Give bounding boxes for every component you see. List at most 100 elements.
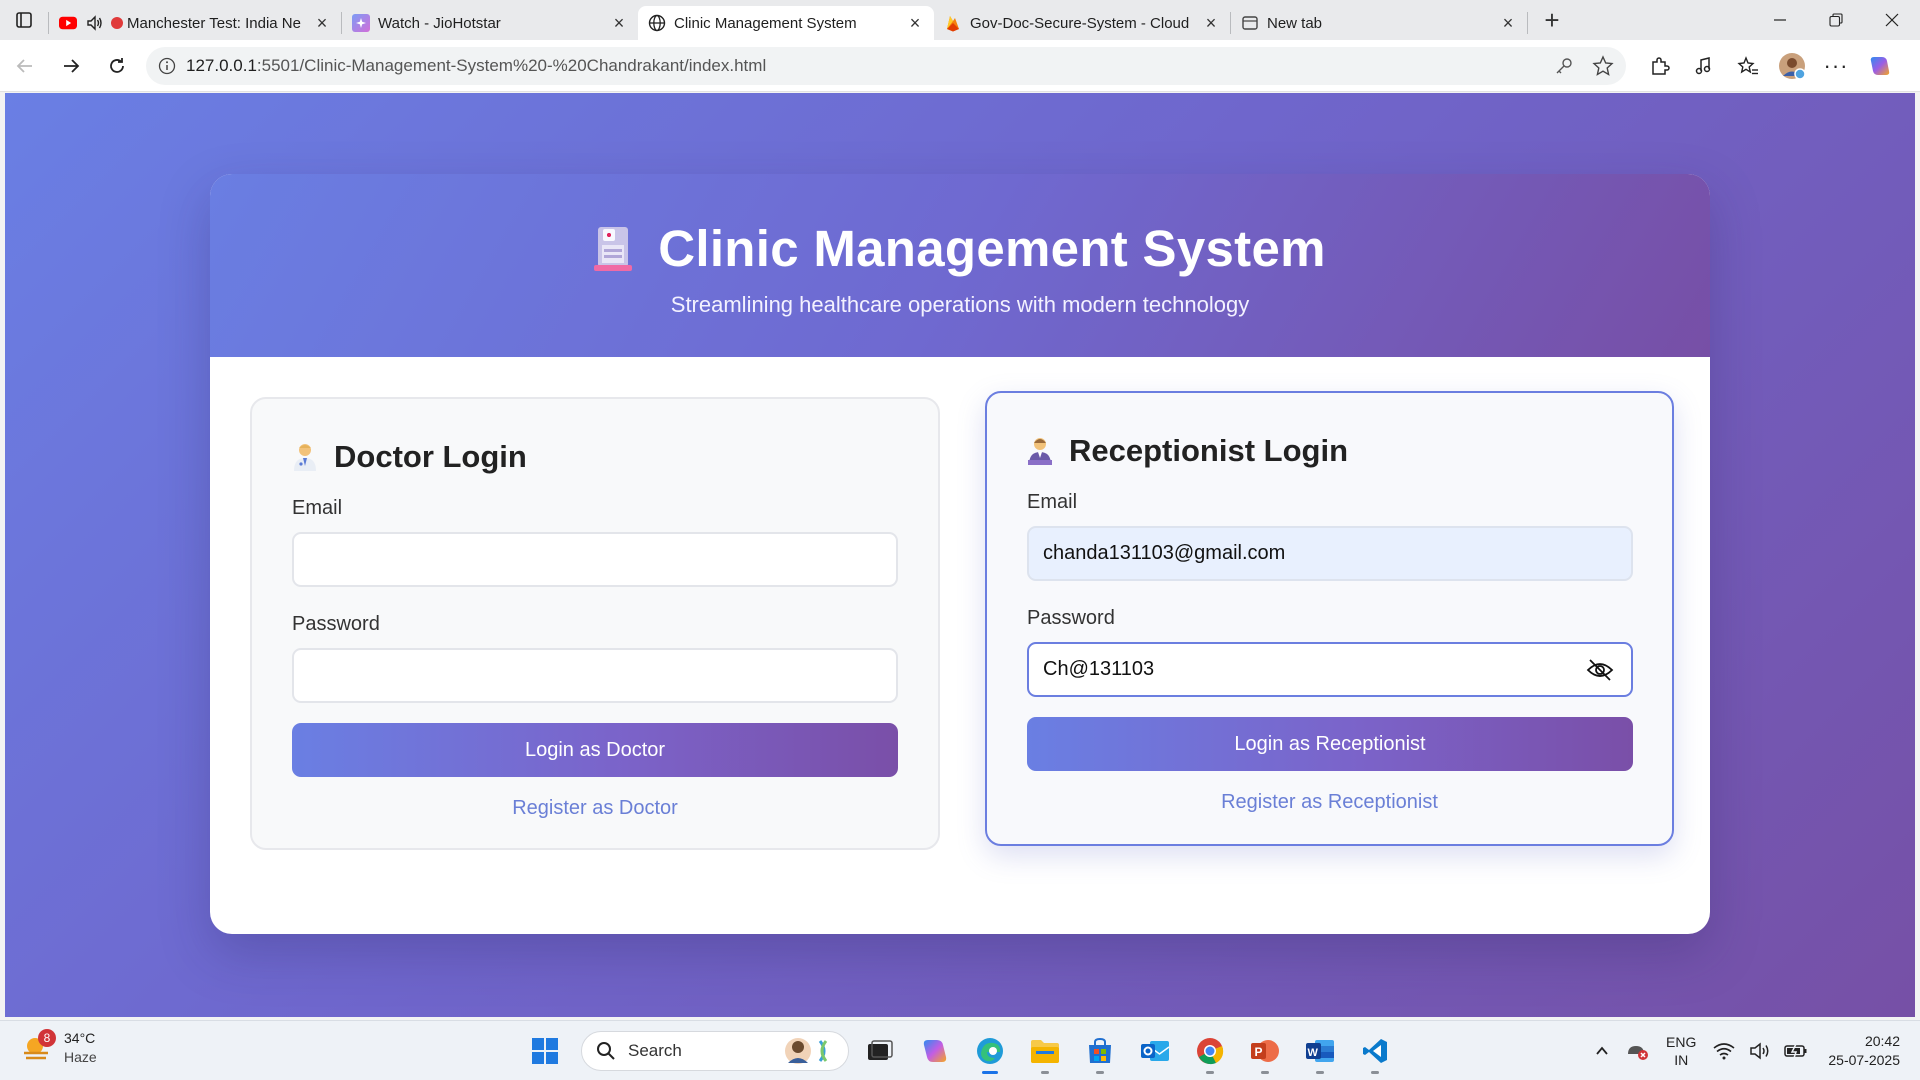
doctor-login-panel: Doctor Login Email Password Login as Doc… <box>250 397 940 850</box>
copilot-app[interactable] <box>911 1027 959 1075</box>
doctor-login-title: Doctor Login <box>334 439 527 474</box>
restore-button[interactable] <box>1808 0 1864 40</box>
firebase-icon <box>944 14 962 32</box>
running-indicator <box>1261 1071 1269 1074</box>
hide-password-eye-icon[interactable] <box>1583 653 1617 687</box>
jiohotstar-icon <box>352 14 370 32</box>
read-aloud-button[interactable] <box>1682 46 1726 86</box>
new-tab-button[interactable]: + <box>1532 3 1572 37</box>
tab-jiohotstar[interactable]: Watch - JioHotstar × <box>342 6 638 40</box>
vscode-icon <box>1363 1039 1387 1063</box>
start-button[interactable] <box>525 1031 565 1071</box>
tab-gov-doc-secure[interactable]: Gov-Doc-Secure-System - Cloud × <box>934 6 1230 40</box>
forward-button[interactable] <box>48 46 94 86</box>
close-tab-icon[interactable]: × <box>906 13 924 33</box>
url-text[interactable]: 127.0.0.1:5501/Clinic-Management-System%… <box>176 56 1554 76</box>
running-indicator <box>1206 1071 1214 1074</box>
microsoft-store-app[interactable] <box>1076 1027 1124 1075</box>
close-tab-icon[interactable]: × <box>610 13 628 33</box>
weather-widget[interactable]: 8 34°C Haze <box>20 1029 97 1067</box>
tab-actions-button[interactable] <box>0 0 48 40</box>
clock-time: 20:42 <box>1864 1033 1900 1049</box>
edge-browser-app[interactable] <box>966 1027 1014 1075</box>
register-as-doctor-link[interactable]: Register as Doctor <box>292 797 898 820</box>
close-tab-icon[interactable]: × <box>313 13 331 33</box>
page-title-text: Clinic Management System <box>658 220 1326 277</box>
favorites-icon <box>1737 55 1758 74</box>
url-host: 127.0.0.1 <box>186 55 257 75</box>
chrome-app[interactable] <box>1186 1027 1234 1075</box>
receptionist-email-input[interactable]: chanda131103@gmail.com <box>1027 526 1633 581</box>
tab-title: Gov-Doc-Secure-System - Cloud <box>970 14 1190 32</box>
close-tab-icon[interactable]: × <box>1499 13 1517 33</box>
login-as-doctor-button[interactable]: Login as Doctor <box>292 723 898 777</box>
receptionist-login-heading: Receptionist Login <box>1027 433 1632 469</box>
receptionist-login-panel: Receptionist Login Email chanda131103@gm… <box>985 391 1674 846</box>
extensions-button[interactable] <box>1638 46 1682 86</box>
close-tab-icon[interactable]: × <box>1202 13 1220 33</box>
weather-description: Haze <box>64 1049 97 1065</box>
speaker-icon[interactable] <box>85 14 103 32</box>
tab-new-tab[interactable]: New tab × <box>1231 6 1527 40</box>
taskbar-search-box[interactable]: Search <box>581 1031 849 1071</box>
card-header: Clinic Management System Streamlining he… <box>210 174 1710 357</box>
show-hidden-icons-button[interactable] <box>1584 1033 1620 1069</box>
receptionist-password-value: Ch@131103 <box>1043 658 1155 680</box>
system-tray: ENG IN 20:42 25-07-2025 <box>1584 1021 1920 1080</box>
address-bar[interactable]: 127.0.0.1:5501/Clinic-Management-System%… <box>146 46 1626 85</box>
tab-title: Manchester Test: India Ne <box>127 14 301 32</box>
powerpoint-app[interactable]: P <box>1241 1027 1289 1075</box>
site-info-icon[interactable] <box>158 57 176 75</box>
recording-dot-icon <box>111 14 123 32</box>
receptionist-icon <box>1027 436 1053 466</box>
page-title: Clinic Management System <box>210 219 1710 278</box>
favorite-star-icon[interactable] <box>1592 54 1614 77</box>
copilot-button[interactable] <box>1858 46 1902 86</box>
battery-button[interactable] <box>1778 1033 1814 1069</box>
tab-title: New tab <box>1267 14 1323 32</box>
settings-more-button[interactable]: ··· <box>1814 46 1858 86</box>
file-explorer-app[interactable] <box>1021 1027 1069 1075</box>
close-window-button[interactable] <box>1864 0 1920 40</box>
back-button[interactable] <box>2 46 48 86</box>
back-arrow-icon <box>16 58 32 73</box>
tab-clinic-management[interactable]: Clinic Management System × <box>638 6 934 40</box>
receptionist-login-title: Receptionist Login <box>1069 433 1348 468</box>
minimize-button[interactable] <box>1752 0 1808 40</box>
doctor-email-input[interactable] <box>292 532 898 587</box>
svg-text:W: W <box>1308 1047 1319 1059</box>
copilot-icon <box>923 1040 947 1062</box>
tab-title: Clinic Management System <box>674 14 857 32</box>
wifi-button[interactable] <box>1706 1033 1742 1069</box>
input-language-indicator[interactable]: ENG IN <box>1666 1033 1696 1069</box>
volume-button[interactable] <box>1742 1033 1778 1069</box>
volume-icon <box>1750 1042 1769 1060</box>
outlook-app[interactable] <box>1131 1027 1179 1075</box>
word-app[interactable]: W <box>1296 1027 1344 1075</box>
doctor-password-input[interactable] <box>292 648 898 703</box>
receptionist-password-input[interactable]: Ch@131103 <box>1027 642 1633 697</box>
task-view-button[interactable] <box>856 1027 904 1075</box>
reload-button[interactable] <box>94 46 140 86</box>
favorites-button[interactable] <box>1726 46 1770 86</box>
password-key-icon[interactable] <box>1554 56 1574 76</box>
system-clock[interactable]: 20:42 25-07-2025 <box>1828 1032 1900 1070</box>
close-icon <box>1885 13 1899 27</box>
chrome-icon <box>1197 1038 1224 1065</box>
network-alert-button[interactable] <box>1620 1033 1656 1069</box>
taskbar-apps: Search P W <box>525 1027 1399 1075</box>
tab-manchester-test[interactable]: Manchester Test: India Ne × <box>49 6 341 40</box>
windows-logo-icon <box>532 1038 558 1064</box>
hospital-icon <box>594 225 634 273</box>
youtube-icon <box>59 14 77 32</box>
chevron-up-icon <box>1596 1046 1608 1055</box>
forward-arrow-icon <box>64 58 80 73</box>
login-card: Clinic Management System Streamlining he… <box>210 174 1710 934</box>
running-indicator <box>1096 1071 1104 1074</box>
profile-button[interactable] <box>1770 46 1814 86</box>
login-as-receptionist-button[interactable]: Login as Receptionist <box>1027 717 1633 771</box>
tab-title: Watch - JioHotstar <box>378 14 501 32</box>
vscode-app[interactable] <box>1351 1027 1399 1075</box>
clock-date: 25-07-2025 <box>1828 1052 1900 1068</box>
register-as-receptionist-link[interactable]: Register as Receptionist <box>1027 791 1632 814</box>
